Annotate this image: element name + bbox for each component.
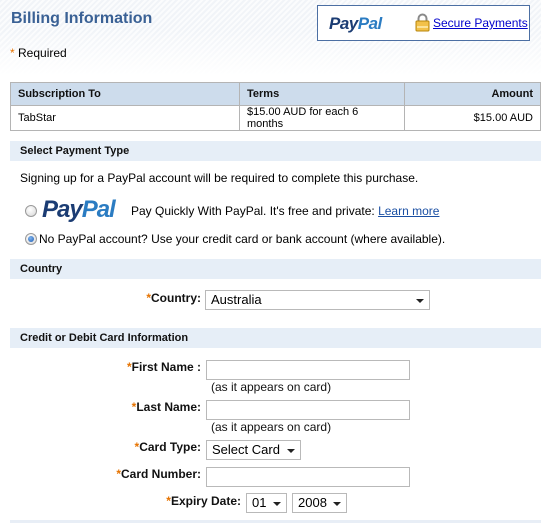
payment-intro-text: Signing up for a PayPal account will be … (20, 171, 419, 185)
learn-more-link[interactable]: Learn more (378, 204, 439, 218)
expiry-year-select[interactable]: 2008 (292, 493, 347, 513)
card-type-select[interactable]: Select Card (206, 440, 301, 460)
table-header-row: Subscription To Terms Amount (10, 82, 541, 106)
column-header-subscription: Subscription To (10, 82, 240, 106)
card-number-label: *Card Number: (116, 467, 201, 481)
required-star: * (10, 46, 15, 60)
first-name-label: *First Name : (126, 360, 201, 374)
section-payment-type: Select Payment Type (10, 141, 541, 161)
card-option-text: No PayPal account? Use your credit card … (39, 232, 446, 246)
paypal-secure-box: PayPal Secure Payments (317, 5, 530, 41)
column-header-amount: Amount (404, 82, 541, 106)
expiry-month-select[interactable]: 01 (246, 493, 287, 513)
chevron-down-icon (273, 502, 281, 506)
chevron-down-icon (333, 502, 341, 506)
card-number-input[interactable] (206, 467, 410, 487)
page-title: Billing Information (11, 10, 153, 27)
section-card-info: Credit or Debit Card Information (10, 328, 541, 348)
expiry-date-label: *Expiry Date: (166, 494, 241, 508)
subscription-amount: $15.00 AUD (404, 105, 541, 131)
country-label: *Country: (146, 291, 201, 305)
column-header-terms: Terms (239, 82, 405, 106)
first-name-input[interactable] (206, 360, 410, 380)
paypal-logo-large: PayPal (42, 196, 116, 223)
required-note: * Required (10, 46, 67, 60)
paypal-logo: PayPal (329, 14, 382, 33)
section-country: Country (10, 259, 541, 279)
table-row: TabStar $15.00 AUD for each 6 months $15… (10, 105, 541, 131)
paypal-option-text: Pay Quickly With PayPal. It's free and p… (131, 204, 440, 218)
card-type-label: *Card Type: (134, 440, 201, 454)
required-label: Required (18, 46, 67, 60)
chevron-down-icon (287, 449, 295, 453)
lock-icon (415, 13, 430, 32)
radio-paypal[interactable] (25, 205, 37, 217)
chevron-down-icon (416, 299, 424, 303)
subscription-table: Subscription To Terms Amount TabStar $15… (10, 82, 541, 131)
subscription-terms: $15.00 AUD for each 6 months (239, 105, 405, 131)
last-name-label: *Last Name: (131, 400, 201, 414)
first-name-hint: (as it appears on card) (211, 380, 332, 394)
subscription-item: TabStar (10, 105, 240, 131)
last-name-input[interactable] (206, 400, 410, 420)
country-select[interactable]: Australia (205, 290, 430, 310)
radio-card[interactable] (25, 233, 37, 245)
secure-payments-link[interactable]: Secure Payments (433, 16, 528, 30)
last-name-hint: (as it appears on card) (211, 420, 332, 434)
